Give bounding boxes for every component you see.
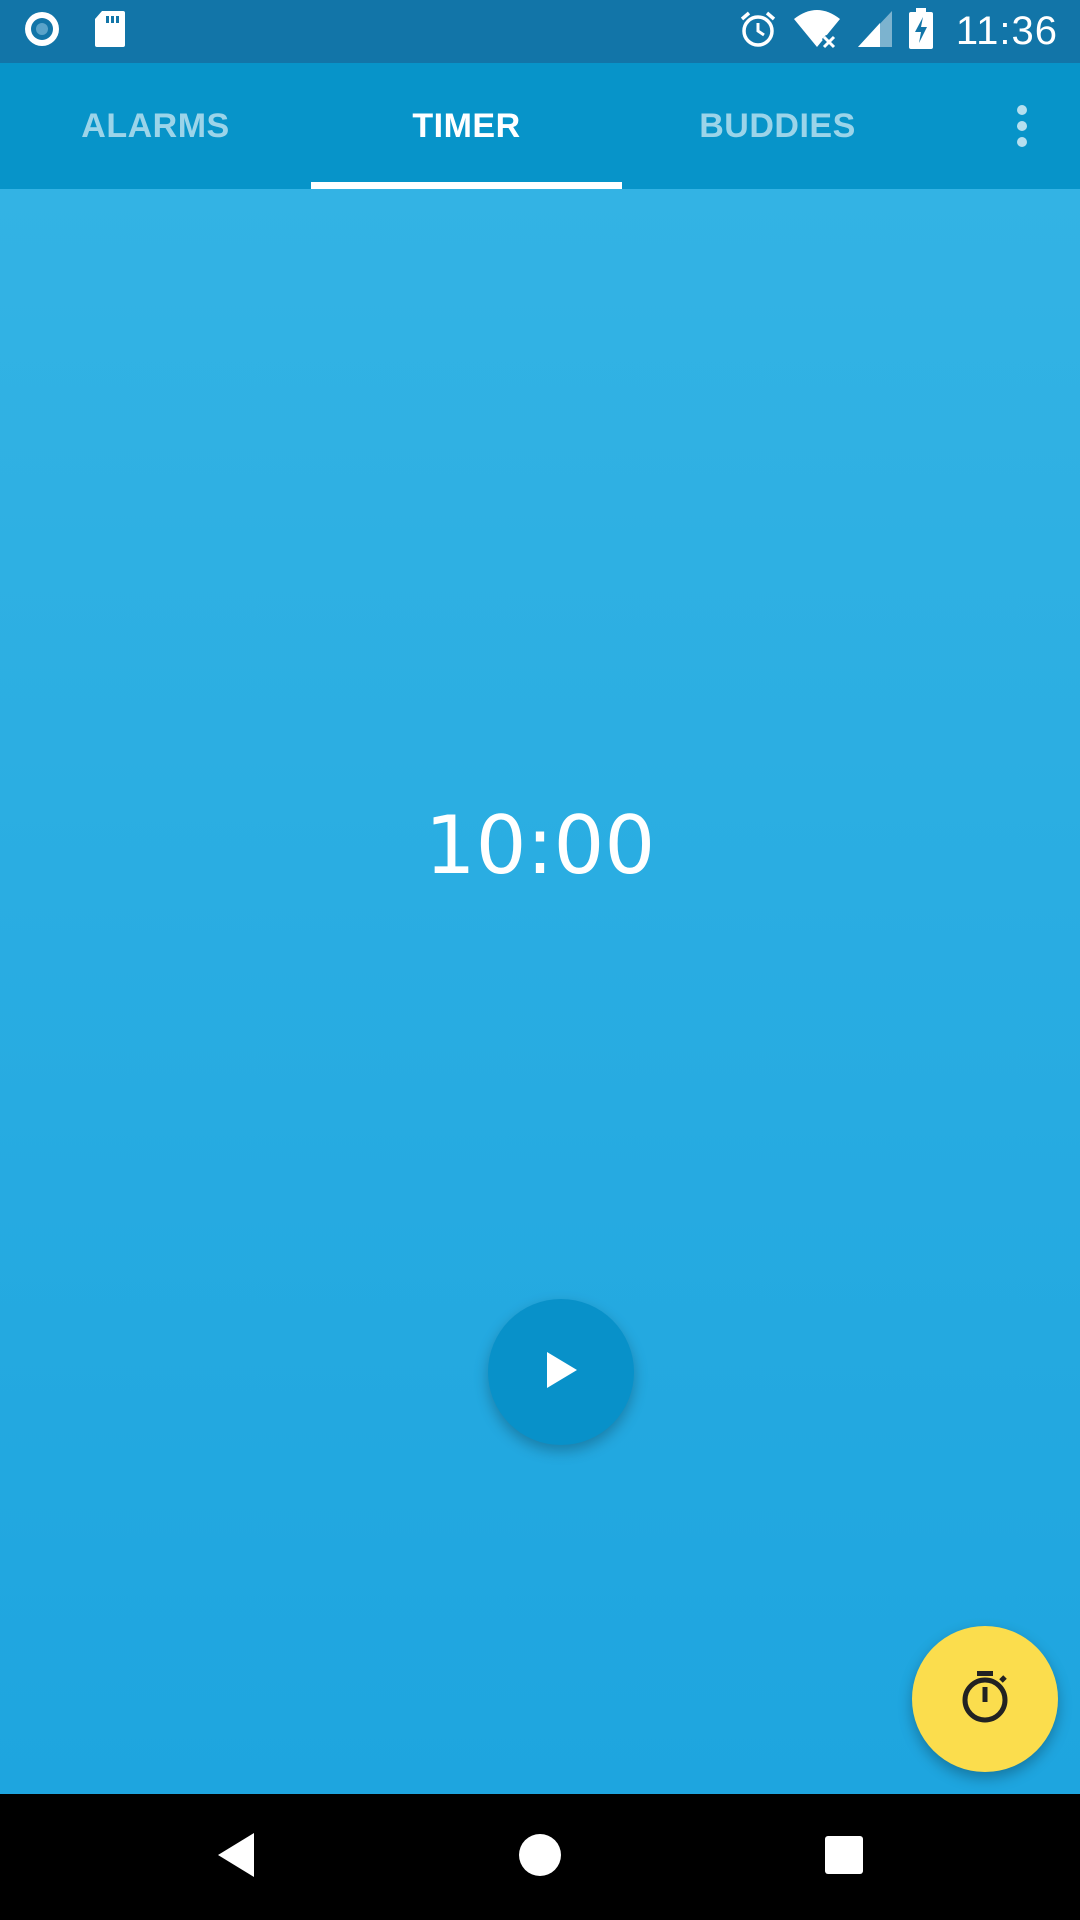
tab-indicator <box>311 182 622 189</box>
stopwatch-fab-button[interactable] <box>912 1626 1058 1772</box>
timer-display[interactable]: 10:00 <box>0 799 1080 892</box>
nav-back-button[interactable] <box>176 1794 296 1920</box>
tab-timer[interactable]: TIMER <box>311 63 622 189</box>
tab-alarms[interactable]: ALARMS <box>0 63 311 189</box>
status-bar: 11:36 <box>0 0 1080 63</box>
signal-icon <box>856 9 894 54</box>
sd-card-icon <box>94 10 126 53</box>
more-vert-icon[interactable] <box>1000 99 1044 153</box>
tab-buddies[interactable]: BUDDIES <box>622 63 933 189</box>
recents-icon <box>824 1835 864 1880</box>
home-icon <box>518 1833 562 1882</box>
wifi-off-icon <box>792 9 842 54</box>
timer-panel: 10:00 <box>0 189 1080 1794</box>
tab-bar: ALARMS TIMER BUDDIES <box>0 63 1080 189</box>
play-button[interactable] <box>488 1299 634 1445</box>
navigation-bar <box>0 1794 1080 1920</box>
back-icon <box>214 1831 258 1884</box>
status-time: 11:36 <box>955 9 1058 53</box>
battery-charging-icon <box>908 8 934 55</box>
alarm-icon <box>738 9 778 54</box>
stopwatch-icon <box>957 1669 1013 1730</box>
record-icon <box>22 9 62 54</box>
play-icon <box>543 1350 579 1395</box>
nav-recents-button[interactable] <box>784 1794 904 1920</box>
nav-home-button[interactable] <box>480 1794 600 1920</box>
